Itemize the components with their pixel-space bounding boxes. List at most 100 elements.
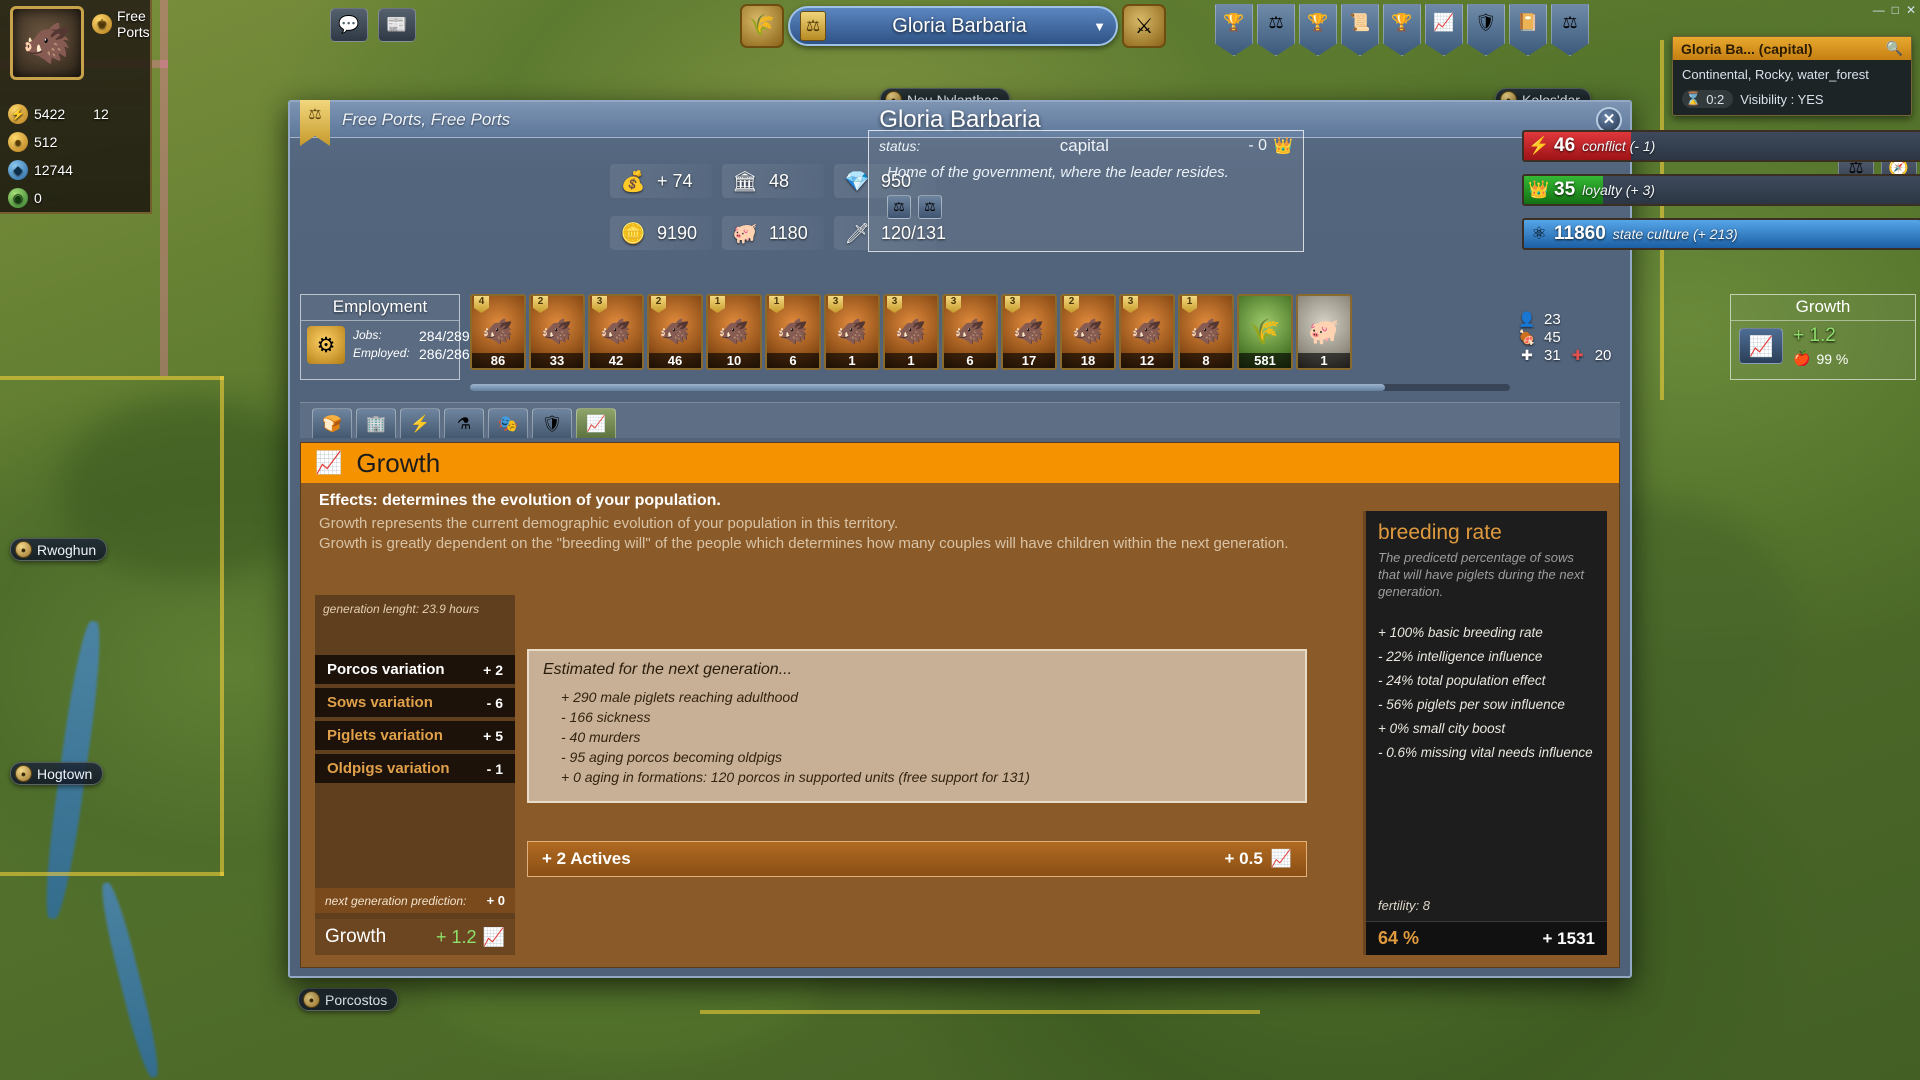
close-button[interactable]: ✕ [1906,3,1916,17]
map-label[interactable]: ● Hogtown [10,762,104,785]
chart-icon[interactable]: 📈 [1425,4,1463,56]
meter-conflict-value: 46 [1554,135,1576,156]
population-card[interactable]: 🐗 3 12 [1119,294,1175,370]
population-card[interactable]: 🐗 1 10 [706,294,762,370]
flag-icon[interactable]: ⚖ [1257,4,1295,56]
actives-row[interactable]: + 2 Actives + 0.5 📈 [527,841,1307,877]
tile-info-header: Gloria Ba... (capital) 🔍 [1673,37,1911,60]
population-card[interactable]: 🐗 3 17 [1001,294,1057,370]
news-icon[interactable]: 📰 [378,8,416,42]
maximize-button[interactable]: □ [1892,3,1899,17]
growth-arrow-icon: 📈 [482,926,505,947]
breeding-rate-footer: 64 % + 1531 [1366,921,1607,955]
tile-info-body: Continental, Rocky, water_forest ⌛ 0:2 V… [1673,60,1911,115]
window-controls: — □ ✕ [1873,3,1916,17]
resource-gold-stack[interactable]: 🪙 9190 [610,216,712,250]
axe-icon[interactable]: ⚔ [1122,4,1166,48]
meter-conflict[interactable]: ⚡ 46 conflict (- 1) [1522,130,1920,162]
variation-label: Sows variation [327,694,433,711]
meter-culture-name: state culture (+ 213) [1612,226,1738,242]
faction-name: Free Ports [117,8,150,40]
banner-badge-icon[interactable]: ⚖ [887,195,911,219]
estimate-title: Estimated for the next generation... [543,661,793,678]
trophy-icon[interactable]: 🏆 [1215,4,1253,56]
employment-title: Employment [301,295,459,321]
variation-value: + 5 [483,727,503,744]
population-card[interactable]: 🐗 4 86 [470,294,526,370]
population-card[interactable]: 🐗 2 18 [1060,294,1116,370]
resource-row-2: ◆ 12744 [8,160,73,180]
population-card[interactable]: 🐗 3 6 [942,294,998,370]
growth-panel-header: 📈 Growth [301,443,1619,483]
pop-stat-value-3: 20 [1594,346,1612,364]
estimate-lines: + 290 male piglets reaching adulthood - 1… [543,689,1291,785]
trophy-icon[interactable]: 🏆 [1299,4,1337,56]
chevron-down-icon[interactable]: ▼ [1093,19,1106,34]
population-card-count: 1 [1298,353,1350,368]
wheat-emblem-icon[interactable]: 🌾 [740,4,784,48]
meter-culture-value: 11860 [1554,223,1606,244]
population-scrollbar[interactable] [470,384,1510,391]
flag-icon[interactable]: ⚖ [1551,4,1589,56]
status-right-value: - 0 [1248,137,1268,154]
estimate-line: - 95 aging porcos becoming oldpigs [561,749,783,765]
breeding-rate-item: - 24% total population effect [1378,673,1546,689]
population-card-count: 8 [1180,353,1232,368]
status-box: status: capital - 0 👑 Home of the govern… [868,130,1304,252]
meter-loyalty[interactable]: 👑 35 loyalty (+ 3) [1522,174,1920,206]
tab-culture[interactable]: 🎭 [488,408,528,438]
employment-employed-label: Employed: [353,346,410,360]
gem-icon: ◆ [8,160,28,180]
population-card-strip[interactable]: 🐗 4 86 🐗 2 33 🐗 3 42 🐗 2 46 🐗 1 10 🐗 1 6 🐗 3 1 🐗 3 1 🐗 3 6 🐗 3 17 🐗 2 18… [470,294,1510,380]
tab-production[interactable]: 🍞 [312,408,352,438]
growth-summary-sub: 🍎 99 % [1793,350,1848,367]
resource-gold[interactable]: 💰 + 74 [610,164,712,198]
population-card-count: 1 [826,353,878,368]
search-icon[interactable]: 🔍 [1886,40,1903,57]
scroll-icon[interactable]: 📜 [1341,4,1379,56]
population-card[interactable]: 🐗 3 1 [883,294,939,370]
book-icon[interactable]: 📔 [1509,4,1547,56]
population-card[interactable]: 🐗 1 8 [1178,294,1234,370]
growth-variations-column: generation lenght: 23.9 hours Porcos var… [315,595,515,955]
breeding-rate-total: + 1531 [1542,928,1595,948]
population-card[interactable]: 🐖 1 [1296,294,1352,370]
map-label[interactable]: ● Rwoghun [10,538,108,561]
employment-row-employed: Employed: 286/286 [353,346,470,362]
tab-growth[interactable]: 📈 [576,408,616,438]
estimate-line: - 40 murders [561,729,641,745]
tab-military[interactable]: 🛡 [532,408,572,438]
pop-stat-2: ✚ 31 ✚ 20 [1518,347,1620,364]
resource-pig[interactable]: 🐖 1180 [722,216,824,250]
pop-stat-0: 👤 23 [1518,311,1620,328]
shield-icon[interactable]: 🛡 [1467,4,1505,56]
population-card[interactable]: 🐗 3 1 [824,294,880,370]
trophy-icon[interactable]: 🏆 [1383,4,1421,56]
map-label[interactable]: ● Porcostos [298,988,399,1011]
population-card[interactable]: 🌾 581 [1237,294,1293,370]
loyalty-icon: 👑 [1528,180,1550,199]
banner-badge-icon[interactable]: ⚖ [918,195,942,219]
resource-column[interactable]: 🏛 48 [722,164,824,198]
nation-selector[interactable]: ⚖ Gloria Barbaria ▼ [788,6,1118,46]
population-card-count: 581 [1239,353,1291,368]
tab-science[interactable]: ⚗ [444,408,484,438]
meter-culture[interactable]: ⚛ 11860 state culture (+ 213) [1522,218,1920,250]
variation-value: - 6 [486,694,503,711]
city-tab-strip[interactable]: 🍞 🏢 ⚡ ⚗ 🎭 🛡 📈 [300,402,1620,438]
population-card[interactable]: 🐗 3 42 [588,294,644,370]
population-card[interactable]: 🐗 2 46 [647,294,703,370]
growth-total-value-group: + 1.2 📈 [436,927,505,948]
minimize-button[interactable]: — [1873,3,1885,17]
tab-buildings[interactable]: 🏢 [356,408,396,438]
population-card[interactable]: 🐗 1 6 [765,294,821,370]
population-card-count: 10 [708,353,760,368]
resource-row-0: ⚡ 5422 12 [8,104,109,124]
variation-label: Oldpigs variation [327,760,450,777]
tab-conflict[interactable]: ⚡ [400,408,440,438]
population-scroll-thumb[interactable] [470,384,1386,391]
chat-icon[interactable]: 💬 [330,8,368,42]
faction-tag[interactable]: ♚ Free Ports [92,8,150,40]
player-avatar[interactable]: 🐗 [10,6,84,80]
population-card[interactable]: 🐗 2 33 [529,294,585,370]
